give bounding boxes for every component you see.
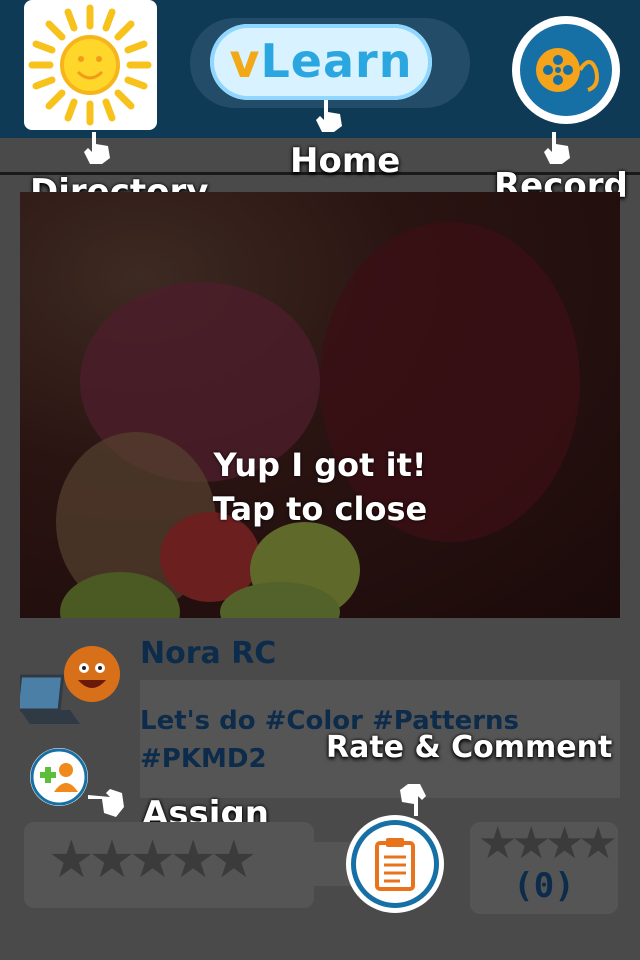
rating-summary-panel: ★★★★ (0) xyxy=(470,818,618,914)
add-user-icon xyxy=(30,748,88,806)
logo-prefix: v xyxy=(229,34,261,88)
post-author[interactable]: Nora RC xyxy=(140,636,276,671)
rate-comment-button-ring xyxy=(351,820,439,908)
record-button[interactable] xyxy=(512,16,620,124)
video-player[interactable] xyxy=(20,192,620,618)
avatar xyxy=(20,646,120,724)
assign-button[interactable] xyxy=(30,748,88,806)
rating-count: (0) xyxy=(513,866,575,906)
star-icon[interactable]: ★★★★★ xyxy=(48,830,257,890)
app-logo: vLearn xyxy=(210,34,432,88)
rate-comment-label: Rate & Comment xyxy=(326,730,613,765)
pointing-hand-icon xyxy=(544,132,570,164)
clipboard-icon xyxy=(375,838,415,891)
star-icon: ★★★★ xyxy=(478,818,618,869)
pointing-hand-icon xyxy=(88,789,124,817)
rate-comment-button[interactable] xyxy=(346,815,444,913)
video-overlay-line2[interactable]: Tap to close xyxy=(20,490,620,528)
home-label: Home xyxy=(290,141,401,181)
logo-main: Learn xyxy=(260,34,413,88)
pointing-hand-icon xyxy=(316,100,342,132)
pointing-hand-icon xyxy=(400,784,426,816)
pointing-hand-icon xyxy=(84,132,110,164)
smiley-icon xyxy=(64,646,120,702)
home-logo-button[interactable]: vLearn xyxy=(210,24,432,100)
record-button-ring xyxy=(520,24,612,116)
video-overlay-line1: Yup I got it! xyxy=(213,446,427,484)
rate-comment-button-face xyxy=(356,825,434,903)
directory-button[interactable] xyxy=(24,0,157,130)
sun-icon xyxy=(28,4,152,126)
rating-input-panel[interactable]: ★★★★★ xyxy=(24,822,314,908)
film-reel-icon xyxy=(536,48,599,92)
